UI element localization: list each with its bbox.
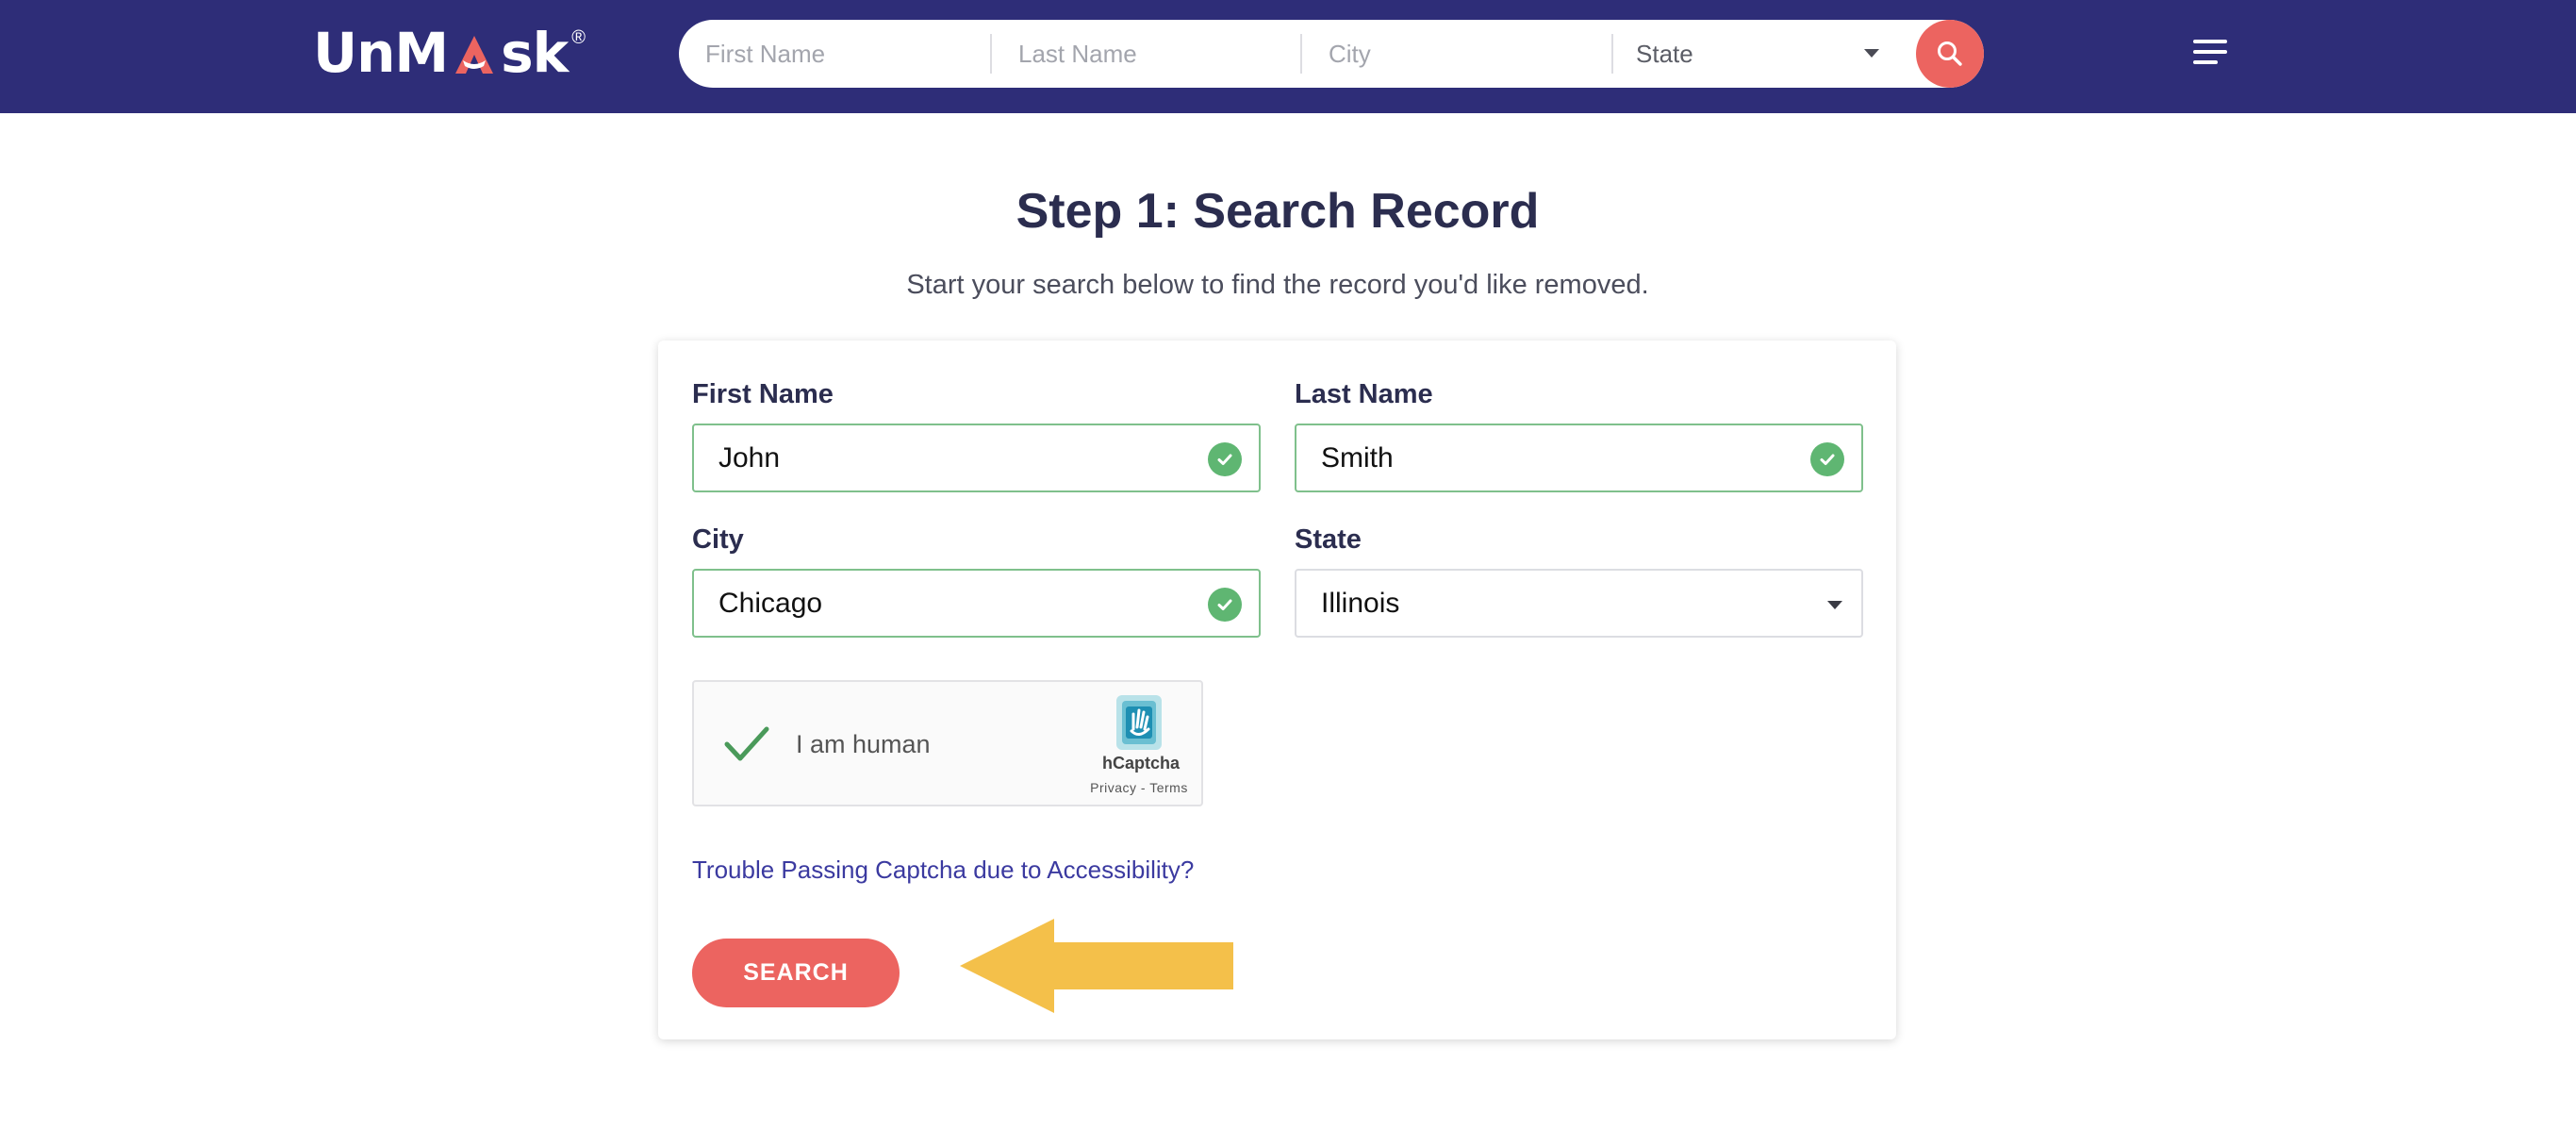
page-subtitle: Start your search below to find the reco… (906, 270, 1649, 300)
valid-check-icon (1208, 588, 1242, 622)
caret-down-icon (1827, 601, 1842, 609)
last-name-input[interactable]: Smith (1295, 424, 1863, 492)
checkmark-icon (724, 726, 769, 761)
header-search-button[interactable] (1916, 20, 1984, 88)
logo-mask-icon (448, 23, 501, 83)
city-label: City (692, 524, 744, 555)
valid-check-icon (1208, 442, 1242, 476)
caret-down-icon (1864, 49, 1879, 58)
search-form-card: First Name John Last Name Smith City Chi… (658, 341, 1896, 1039)
city-value: Chicago (718, 587, 823, 619)
header-state-select-label: State (1636, 39, 1693, 68)
state-select[interactable]: Illinois (1295, 569, 1863, 638)
accessibility-captcha-link[interactable]: Trouble Passing Captcha due to Accessibi… (692, 853, 1194, 887)
hcaptcha-privacy-terms-links[interactable]: Privacy - Terms (1075, 780, 1203, 795)
registered-mark: ® (571, 27, 586, 48)
hcaptcha-brand: hCaptcha (1101, 754, 1180, 773)
header-state-select[interactable]: State (1613, 20, 1923, 88)
state-label: State (1295, 524, 1362, 555)
yellow-pointer-arrow-icon (960, 919, 1235, 1018)
top-navigation-bar: UnM sk ® First Name Last Name City State (0, 0, 2576, 113)
page-title: Step 1: Search Record (1016, 184, 1540, 239)
search-icon (1938, 42, 1962, 66)
last-name-label: Last Name (1295, 379, 1433, 409)
captcha-label: I am human (796, 730, 931, 758)
header-city-input[interactable]: City (1302, 20, 1611, 88)
hcaptcha-widget: I am human hCaptcha Privacy - Terms (692, 680, 1203, 806)
city-input[interactable]: Chicago (692, 569, 1261, 638)
first-name-input[interactable]: John (692, 424, 1261, 492)
logo-text-end: sk (501, 21, 569, 85)
search-button[interactable]: SEARCH (692, 939, 900, 1007)
first-name-value: John (718, 441, 781, 474)
captcha-checkbox[interactable] (722, 723, 771, 770)
last-name-value: Smith (1321, 441, 1394, 474)
header-search-bar: First Name Last Name City State (679, 20, 1984, 88)
first-name-label: First Name (692, 379, 834, 409)
header-first-name-input[interactable]: First Name (679, 20, 990, 88)
hamburger-menu-icon[interactable] (2193, 40, 2229, 68)
valid-check-icon (1810, 442, 1844, 476)
state-value: Illinois (1321, 587, 1400, 619)
logo-text-start: UnM (313, 21, 449, 85)
unmask-logo[interactable]: UnM sk ® (313, 23, 586, 83)
hcaptcha-logo-icon (1111, 695, 1167, 755)
header-last-name-input[interactable]: Last Name (992, 20, 1300, 88)
